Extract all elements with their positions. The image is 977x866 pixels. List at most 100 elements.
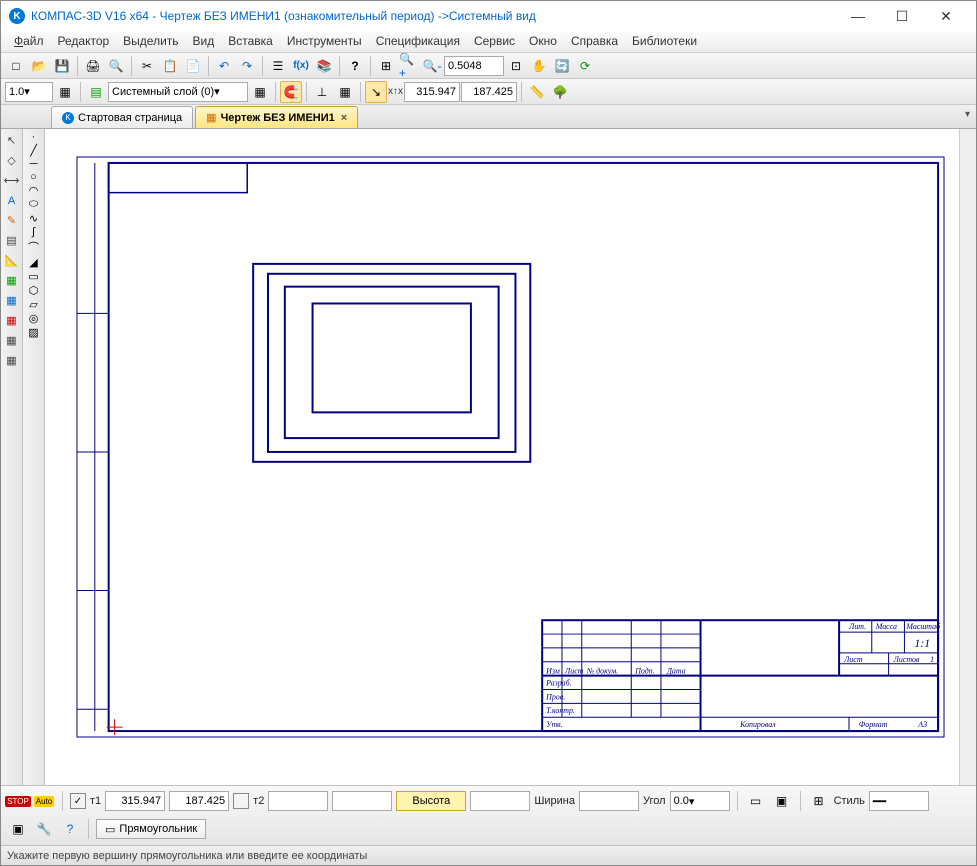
zoom-input[interactable]: 0.5048 [444,56,504,76]
ortho-button[interactable]: ⊥ [311,81,333,103]
width-input[interactable] [579,791,639,811]
menu-select[interactable]: Выделить [116,31,185,52]
panel-btn2[interactable]: 🔧 [33,818,55,840]
tool-chamfer[interactable]: ◢ [29,256,37,269]
coord-x-input[interactable] [404,82,460,102]
toolpanel-cursor[interactable]: ↖ [2,131,22,150]
angle-combo[interactable]: 0.0 ▾ [670,791,730,811]
t2-x-input[interactable] [268,791,328,811]
layer-mgr-button[interactable]: ▦ [249,81,271,103]
menu-insert[interactable]: Вставка [221,31,280,52]
props-button[interactable]: ☰ [267,55,289,77]
zoom-in-button[interactable]: 🔍+ [398,55,420,77]
tabstrip-dropdown[interactable]: ▾ [965,109,970,120]
menu-file[interactable]: ФФайлdocument.currentScript.previousElem… [7,31,51,52]
menu-spec[interactable]: Спецификация [369,31,467,52]
toolpanel-reports[interactable]: ▦ [2,311,22,330]
snap-button[interactable]: 🧲 [280,81,302,103]
axis-btn2[interactable]: ▣ [771,790,793,812]
toolpanel-dims[interactable]: ⟷ [2,171,22,190]
tool-contour[interactable]: ▱ [29,298,37,311]
cut-button[interactable]: ✂ [136,55,158,77]
toolpanel-text[interactable]: A [2,191,22,210]
toolpanel-select[interactable]: ▦ [2,271,22,290]
tool-hatch[interactable]: ▨ [28,326,38,339]
open-button[interactable]: 📂 [28,55,50,77]
layer-combo[interactable]: Системный слой (0) ▾ [108,82,248,102]
menu-service[interactable]: Сервис [467,31,522,52]
lib-button[interactable]: 📚 [313,55,335,77]
layers-button[interactable]: ▤ [85,81,107,103]
tab-close-icon[interactable]: × [341,112,347,124]
tool-auxline[interactable]: ╱ [30,144,37,157]
panel-tab-rectangle[interactable]: ▭ Прямоугольник [96,819,206,839]
toolpanel-measure[interactable]: 📐 [2,251,22,270]
toolpanel-spec[interactable]: ▦ [2,291,22,310]
tool-circle[interactable]: ○ [30,171,37,183]
drawing-canvas[interactable]: Изм Лист № докум. Подп. Дата Разраб. Про… [45,129,976,785]
close-button[interactable]: ✕ [924,2,968,30]
tool-arc[interactable]: ◠ [29,184,39,197]
tool-ellipse[interactable]: ⬭ [29,198,38,211]
save-button[interactable]: 💾 [51,55,73,77]
measure-button[interactable]: 📏 [526,81,548,103]
tool-bezier[interactable]: ∫ [32,226,35,238]
state-button[interactable]: ▦ [54,81,76,103]
mode-checkbox[interactable]: ✓ [70,793,86,809]
tool-line[interactable]: ─ [30,158,38,170]
tool-spline[interactable]: ∿ [29,212,38,225]
tool-polygon[interactable]: ⬡ [29,284,39,297]
tool-fillet[interactable]: ⌒ [28,239,39,255]
minimize-button[interactable]: — [836,2,880,30]
tab-start-page[interactable]: K Стартовая страница [51,106,193,128]
toolpanel-geometry[interactable]: ◇ [2,151,22,170]
toolpanel-views[interactable]: ▦ [2,351,22,370]
tool-rectangle[interactable]: ▭ [28,270,38,283]
height-value-input[interactable] [470,791,530,811]
zoom-fit-button[interactable]: ⊞ [375,55,397,77]
tree-button[interactable]: 🌳 [549,81,571,103]
menu-help[interactable]: Справка [564,31,625,52]
menu-libs[interactable]: Библиотеки [625,31,704,52]
menu-view[interactable]: Вид [186,31,222,52]
height-input[interactable] [396,791,466,811]
menu-tools[interactable]: Инструменты [280,31,369,52]
tab-drawing[interactable]: ▦ Чертеж БЕЗ ИМЕНИ1 × [195,106,358,128]
pan-button[interactable]: ✋ [528,55,550,77]
grid-button[interactable]: ▦ [334,81,356,103]
print-button[interactable]: 🖨 [82,55,104,77]
toolpanel-edit[interactable]: ✎ [2,211,22,230]
tool-point[interactable]: · [32,131,36,143]
auto-button[interactable]: Auto [33,790,55,812]
t1-x-input[interactable] [105,791,165,811]
panel-help[interactable]: ? [59,818,81,840]
local-cs-button[interactable]: ↘ [365,81,387,103]
vars-button[interactable]: f(x) [290,55,312,77]
coord-y-input[interactable] [461,82,517,102]
menu-window[interactable]: Окно [522,31,564,52]
axis-btn1[interactable]: ▭ [745,790,767,812]
paste-button[interactable]: 📄 [182,55,204,77]
zoom-window-button[interactable]: ⊡ [505,55,527,77]
toolpanel-param[interactable]: ▤ [2,231,22,250]
stop-button[interactable]: STOP [7,790,29,812]
style-combo[interactable]: ━━ [869,791,929,811]
scale-combo[interactable]: 1.0 ▾ [5,82,53,102]
redo-button[interactable]: ↷ [236,55,258,77]
refresh-button[interactable]: ⟳ [574,55,596,77]
t2-checkbox[interactable] [233,793,249,809]
new-button[interactable]: □ [5,55,27,77]
t2-y-input[interactable] [332,791,392,811]
toolpanel-insert[interactable]: ▦ [2,331,22,350]
menu-edit[interactable]: Редактор [51,31,117,52]
help-button[interactable]: ? [344,55,366,77]
copy-button[interactable]: 📋 [159,55,181,77]
axis-btn3[interactable]: ⊞ [808,790,830,812]
panel-btn1[interactable]: ▣ [7,818,29,840]
preview-button[interactable]: 🔍 [105,55,127,77]
maximize-button[interactable]: ☐ [880,2,924,30]
rotate-button[interactable]: 🔄 [551,55,573,77]
t1-y-input[interactable] [169,791,229,811]
undo-button[interactable]: ↶ [213,55,235,77]
tool-equidist[interactable]: ◎ [29,312,39,325]
